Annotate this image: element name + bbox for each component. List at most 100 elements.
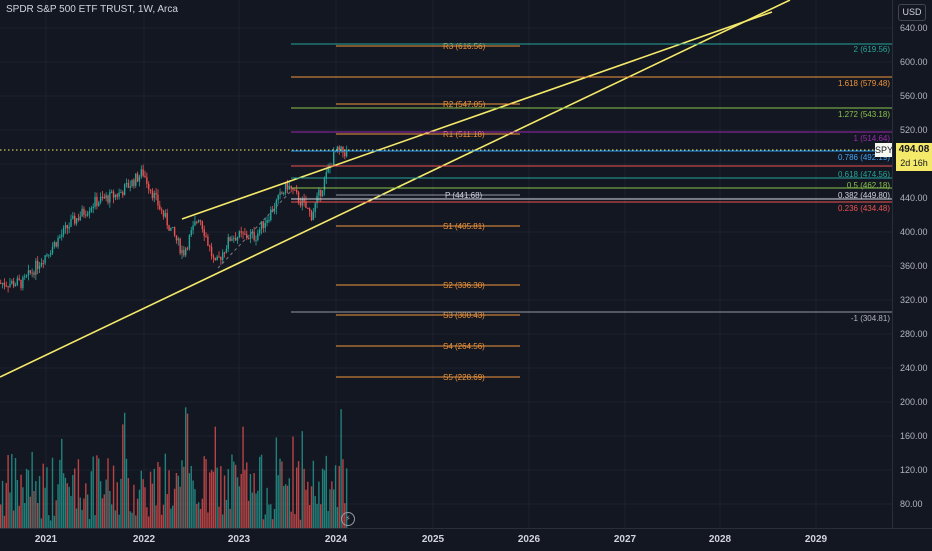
price-tick-label: 560.00 [900, 91, 928, 101]
volume-bar [173, 488, 176, 528]
volume-bar [234, 464, 237, 528]
candle-body [40, 263, 43, 267]
price-scale[interactable]: 640.00600.00560.00520.00480.00440.00400.… [892, 0, 932, 528]
time-tick-label: 2025 [421, 534, 445, 545]
volume-bar [57, 484, 59, 528]
symbol-title[interactable]: SPDR S&P 500 ETF TRUST, 1W, Arca [6, 4, 178, 15]
volume-bar [323, 470, 326, 528]
candle-body [207, 236, 209, 246]
price-tick-label: 600.00 [900, 57, 928, 67]
candle-body [24, 276, 26, 278]
price-tick-label: 240.00 [900, 363, 928, 373]
volume-bar [133, 484, 135, 528]
candle-body [181, 250, 183, 254]
candle-body [164, 213, 167, 217]
time-axis[interactable]: 2021 2022 2023 2024 2025 2026 2027 2028 2029 [0, 528, 932, 551]
candle-body [37, 260, 39, 269]
price-tick-label: 80.00 [900, 499, 923, 509]
price-tick-label: 320.00 [900, 295, 928, 305]
volume-bar [40, 518, 43, 528]
volume-bar [44, 487, 46, 528]
volume-bar [288, 478, 290, 528]
volume-bar [262, 519, 265, 528]
candle-body [216, 256, 218, 261]
volume-bar [177, 475, 179, 528]
candle-body [220, 257, 222, 260]
volume-bar [312, 460, 315, 528]
last-price-value: 494.08 [898, 144, 930, 155]
candle-body [310, 211, 313, 221]
volume-bar [48, 515, 50, 528]
volume-bar [246, 462, 248, 528]
candle-body [105, 195, 107, 199]
candle-body [125, 182, 128, 185]
volume-bar [166, 494, 168, 528]
volume-bar [188, 473, 191, 528]
volume-bar [318, 481, 320, 528]
volume-bar [223, 475, 226, 528]
candle-body [177, 238, 179, 241]
volume-bar [7, 455, 9, 528]
volume-bar [314, 496, 316, 528]
candle-body [288, 185, 290, 190]
volume-bar [1, 480, 4, 528]
volume-bar [338, 465, 340, 528]
price-chart[interactable]: R3 (616.56) R2 (547.05) R1 (511.18) P (4… [0, 0, 893, 528]
volume-bar [212, 471, 215, 528]
candle-body [199, 220, 202, 222]
volume-bar [142, 479, 144, 528]
candle-body [79, 216, 81, 220]
candle-body [234, 237, 237, 241]
candle-body [66, 225, 68, 229]
candle-body [86, 213, 89, 216]
candle-body [201, 221, 204, 230]
candle-body [179, 238, 181, 254]
price-tick-label: 360.00 [900, 261, 928, 271]
volume-bar [183, 466, 185, 528]
volume-bar [3, 515, 6, 528]
candle-body [262, 221, 265, 228]
chart-canvas[interactable]: R3 (616.56) R2 (547.05) R1 (511.18) P (4… [0, 0, 892, 528]
candle-body [294, 189, 296, 191]
volume-bar [98, 458, 100, 528]
candle-body [264, 222, 266, 228]
fib-levels: 2 (619.56) 1.618 (579.48) 1.272 (543.18)… [291, 43, 892, 323]
candle-body [53, 242, 56, 247]
candle-body [99, 196, 102, 203]
candle-body [159, 205, 161, 210]
candle-body [153, 192, 155, 199]
volume-bar [303, 468, 305, 528]
candle-body [127, 182, 130, 188]
time-tick-label: 2027 [613, 534, 637, 545]
candle-body [321, 190, 324, 197]
volume-bar [220, 466, 222, 528]
price-tick-label: 280.00 [900, 329, 928, 339]
candle-body [244, 233, 246, 235]
volume-bar [111, 504, 113, 528]
volume-bar [271, 519, 274, 528]
volume-bar [53, 515, 56, 528]
candle-body [0, 283, 2, 284]
volume-bar [103, 494, 105, 528]
volume-bar [122, 424, 124, 528]
volume-bar [325, 455, 327, 528]
candle-body [98, 202, 100, 206]
pivot-s1-label: S1 (405.81) [443, 222, 485, 231]
volume-bar [164, 453, 167, 528]
volume-bar [327, 511, 329, 528]
candle-body [194, 221, 196, 226]
volume-bar [227, 469, 229, 528]
volume-bar [146, 507, 148, 528]
candle-body [249, 233, 252, 239]
volume-bar [59, 459, 61, 528]
candle-body [55, 242, 57, 247]
fib-1272-label: 1.272 (543.18) [838, 110, 890, 119]
lightning-icon[interactable]: ⚡ [341, 512, 355, 526]
candle-body [166, 213, 168, 226]
currency-button[interactable]: USD [898, 4, 926, 21]
candle-body [338, 146, 340, 150]
time-tick-label: 2023 [227, 534, 251, 545]
volume-bar [210, 469, 213, 528]
candle-body [210, 246, 213, 257]
candle-body [131, 179, 133, 187]
